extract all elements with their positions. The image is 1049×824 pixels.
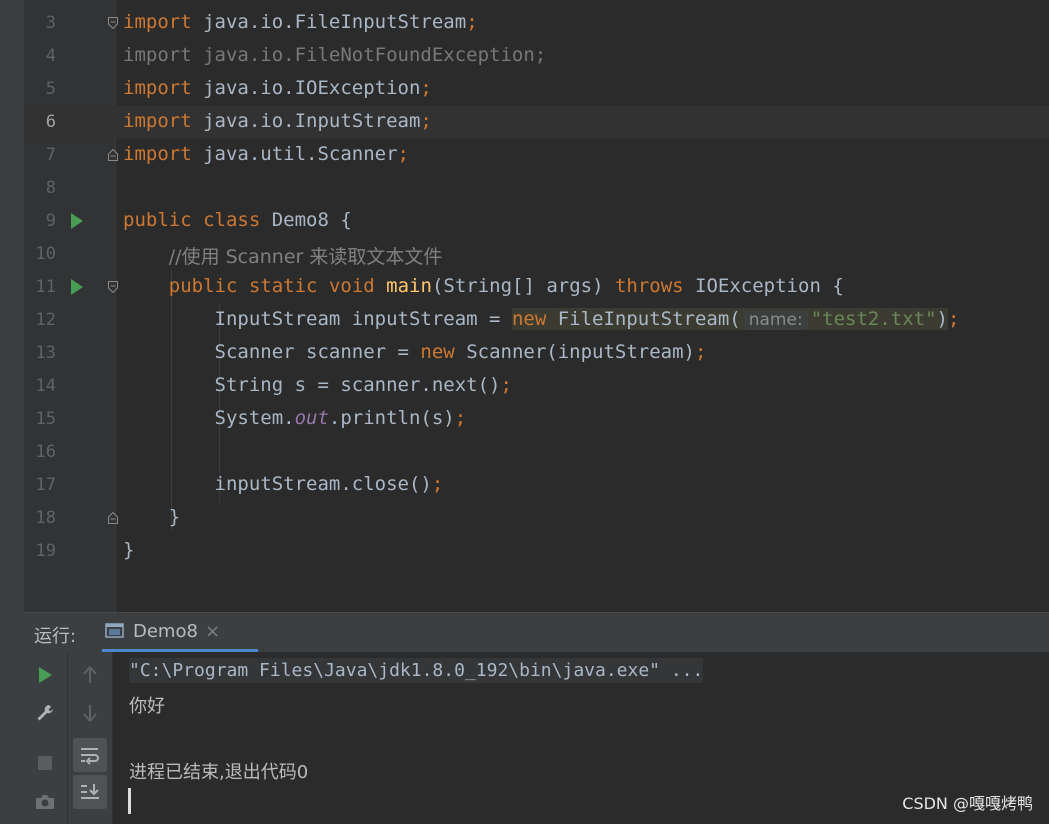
line-number: 16 <box>35 442 56 462</box>
close-tab-icon[interactable]: × <box>205 621 220 642</box>
soft-wrap-icon <box>81 748 99 765</box>
code-line[interactable]: 4 import java.io.FileNotFoundException; <box>24 40 1049 73</box>
line-number: 3 <box>45 13 56 33</box>
console-output[interactable]: "C:\Program Files\Java\jdk1.8.0_192\bin\… <box>113 652 1049 824</box>
wrench-icon <box>37 705 53 721</box>
code-line[interactable]: 8 <box>24 172 1049 205</box>
fold-start-icon[interactable] <box>108 17 118 29</box>
code-line[interactable]: 11 public static void main(String[] args… <box>24 271 1049 304</box>
run-panel-header: 运行: Demo8 × <box>24 612 1049 652</box>
arrow-up-icon <box>83 666 97 683</box>
rerun-button[interactable] <box>28 658 62 692</box>
line-number: 18 <box>35 508 56 528</box>
stop-button[interactable] <box>28 746 62 780</box>
run-class-icon[interactable] <box>71 213 83 229</box>
console-window-icon <box>105 622 125 640</box>
run-tab-label: Demo8 <box>133 621 198 642</box>
scroll-up-button[interactable] <box>73 658 107 692</box>
code-line[interactable]: 16 <box>24 436 1049 469</box>
line-number: 17 <box>35 475 56 495</box>
line-number: 11 <box>35 277 56 297</box>
code-line[interactable]: 10 //使用 Scanner 来读取文本文件 <box>24 238 1049 271</box>
parameter-hint: name: <box>743 310 808 330</box>
code-line[interactable]: 19 } <box>24 535 1049 568</box>
line-number: 5 <box>45 79 56 99</box>
scroll-down-button[interactable] <box>73 696 107 730</box>
run-method-icon[interactable] <box>71 279 83 295</box>
scroll-to-end-toggle[interactable] <box>73 775 107 809</box>
console-output-line: 你好 <box>129 696 165 717</box>
stop-icon <box>38 756 52 770</box>
edit-configuration-button[interactable] <box>28 696 62 730</box>
line-number: 4 <box>45 46 56 66</box>
left-tool-strip <box>0 0 24 824</box>
line-number: 19 <box>35 541 56 561</box>
line-number: 15 <box>35 409 56 429</box>
code-line[interactable]: 7 import java.util.Scanner; <box>24 139 1049 172</box>
console-command-line: "C:\Program Files\Java\jdk1.8.0_192\bin\… <box>129 658 704 683</box>
watermark: CSDN @嘎嘎烤鸭 <box>902 794 1033 813</box>
run-toolbar-secondary <box>68 652 113 824</box>
fold-end-icon[interactable] <box>108 149 118 161</box>
code-line[interactable]: 5 import java.io.IOException; <box>24 73 1049 106</box>
run-tab-demo8[interactable]: Demo8 × <box>102 613 258 652</box>
play-icon <box>39 667 52 683</box>
camera-icon <box>36 795 54 809</box>
code-line[interactable]: 14 String s = scanner.next(); <box>24 370 1049 403</box>
code-line[interactable]: 9 public class Demo8 { <box>24 205 1049 238</box>
line-number: 13 <box>35 343 56 363</box>
run-toolbar-primary <box>24 652 68 824</box>
console-exit-message: 进程已结束,退出代码0 <box>129 762 309 783</box>
fold-start-icon[interactable] <box>108 281 118 293</box>
console-caret <box>128 788 131 814</box>
code-line[interactable]: 3 import java.io.FileInputStream; <box>24 7 1049 40</box>
line-number: 8 <box>45 178 56 198</box>
code-line[interactable]: 15 System.out.println(s); <box>24 403 1049 436</box>
line-number: 10 <box>35 244 56 264</box>
line-number: 14 <box>35 376 56 396</box>
soft-wrap-toggle[interactable] <box>73 738 107 772</box>
arrow-down-icon <box>83 705 97 722</box>
line-number: 9 <box>45 211 56 231</box>
code-line-current[interactable]: 6 import java.io.InputStream; <box>24 106 1049 139</box>
scroll-to-end-icon <box>81 784 99 799</box>
line-number: 7 <box>45 145 56 165</box>
screenshot-button[interactable] <box>28 785 62 819</box>
line-number: 6 <box>45 112 56 132</box>
code-line[interactable]: 13 Scanner scanner = new Scanner(inputSt… <box>24 337 1049 370</box>
run-panel-label: 运行: <box>34 626 77 647</box>
code-editor[interactable]: 3 import java.io.FileInputStream; 4 impo… <box>24 0 1049 612</box>
code-line[interactable]: 12 InputStream inputStream = new FileInp… <box>24 304 1049 337</box>
fold-end-icon[interactable] <box>108 512 118 524</box>
code-line[interactable]: 18 } <box>24 502 1049 535</box>
line-number: 12 <box>35 310 56 330</box>
code-line[interactable]: 17 inputStream.close(); <box>24 469 1049 502</box>
